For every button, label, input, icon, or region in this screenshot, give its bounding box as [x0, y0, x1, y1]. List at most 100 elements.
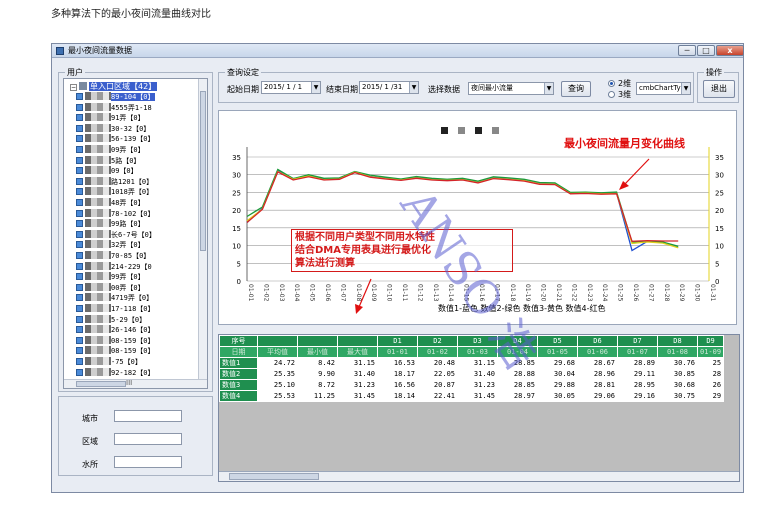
- table-cell[interactable]: 31.15: [337, 357, 378, 369]
- table-cell[interactable]: 31.45: [457, 390, 498, 402]
- table-cell[interactable]: 30.85: [657, 368, 698, 380]
- table-cell[interactable]: 29.06: [577, 390, 618, 402]
- tree-item[interactable]: 17-118【0】: [76, 304, 155, 313]
- grid-subheader-cell[interactable]: 最大值: [337, 346, 378, 358]
- city-field[interactable]: [114, 410, 182, 422]
- chevron-down-icon[interactable]: ▼: [311, 82, 320, 93]
- data-grid[interactable]: 序号 D1 D2 D3 D4 D5 D6 D7 D8 D9 日期 平均值 最小值 最大值 01-01 01-0…: [219, 335, 725, 402]
- table-cell[interactable]: 29.88: [537, 379, 578, 391]
- maximize-button[interactable]: □: [697, 45, 715, 56]
- water-office-field[interactable]: [114, 456, 182, 468]
- tree-root[interactable]: − 单入口区域【42】: [70, 81, 158, 92]
- grid-subheader-cell[interactable]: 平均值: [257, 346, 298, 358]
- table-cell[interactable]: 31.45: [337, 390, 378, 402]
- table-cell[interactable]: 28.97: [497, 390, 538, 402]
- data-type-select[interactable]: 夜间最小流量 ▼: [468, 82, 554, 95]
- table-cell[interactable]: 29.11: [617, 368, 658, 380]
- row-label[interactable]: 数值3: [219, 379, 258, 391]
- table-cell[interactable]: 31.23: [457, 379, 498, 391]
- grid-subheader-cell[interactable]: 01-08: [657, 346, 698, 358]
- grid-subheader-cell[interactable]: 日期: [219, 346, 258, 358]
- grid-header-cell[interactable]: D8: [657, 335, 698, 347]
- tree-item[interactable]: 99路【0】: [76, 219, 145, 228]
- table-cell[interactable]: 31.40: [457, 368, 498, 380]
- tree-item[interactable]: 5-29【0】: [76, 314, 146, 324]
- table-cell[interactable]: 25: [696, 357, 725, 369]
- table-cell[interactable]: 28.89: [617, 357, 658, 369]
- table-row[interactable]: 数值4 25.53 11.25 31.45 18.14 22.41 31.45 28.97 30…: [219, 390, 725, 402]
- tree-item[interactable]: 32弄【0】: [76, 240, 145, 249]
- table-cell[interactable]: 25.53: [257, 390, 298, 402]
- tree-item[interactable]: 70-85【0】: [76, 251, 150, 260]
- chart-type-select[interactable]: cmbChartTy ▼: [636, 82, 691, 95]
- tree-item[interactable]: 4555弄1-18: [76, 102, 152, 112]
- grid-subheader-cell[interactable]: 01-09: [696, 346, 725, 358]
- table-cell[interactable]: 28.95: [617, 379, 658, 391]
- radio-3d[interactable]: [608, 91, 615, 98]
- grid-header-cell[interactable]: [297, 335, 338, 347]
- grid-subheader-cell[interactable]: 01-01: [377, 346, 418, 358]
- table-cell[interactable]: 28.85: [497, 379, 538, 391]
- tree-item[interactable]: 78-102【0】: [76, 208, 155, 218]
- end-date-picker[interactable]: 2015/ 1 /31 ▼: [359, 81, 419, 94]
- table-cell[interactable]: 16.56: [377, 379, 418, 391]
- tree-item[interactable]: 路1201【0】: [76, 176, 153, 186]
- table-cell[interactable]: 28.96: [577, 368, 618, 380]
- grid-header-cell[interactable]: [337, 335, 378, 347]
- table-cell[interactable]: 29.16: [617, 390, 658, 402]
- row-label[interactable]: 数值1: [219, 357, 258, 369]
- table-cell[interactable]: 30.75: [657, 390, 698, 402]
- grid-subheader-cell[interactable]: 01-02: [417, 346, 458, 358]
- table-cell[interactable]: 30.05: [537, 390, 578, 402]
- table-cell[interactable]: 29: [696, 390, 725, 402]
- tree-item[interactable]: 91弄【0】: [76, 113, 145, 122]
- row-label[interactable]: 数值4: [219, 390, 258, 402]
- table-cell[interactable]: 9.90: [297, 368, 338, 380]
- table-cell[interactable]: 18.17: [377, 368, 418, 380]
- table-cell[interactable]: 31.40: [337, 368, 378, 380]
- tree-item[interactable]: 26-146【0】: [76, 325, 155, 334]
- grid-header-cell[interactable]: D6: [577, 335, 618, 347]
- tree-item[interactable]: 92-182【0】: [76, 367, 155, 377]
- table-cell[interactable]: 29.68: [537, 357, 578, 369]
- exit-button[interactable]: 退出: [703, 80, 735, 98]
- grid-header-cell[interactable]: [257, 335, 298, 347]
- tree-scroll-thumb[interactable]: [200, 91, 206, 251]
- table-cell[interactable]: 8.42: [297, 357, 338, 369]
- table-cell[interactable]: 31.23: [337, 379, 378, 391]
- table-cell[interactable]: 25.35: [257, 368, 298, 380]
- table-cell[interactable]: 20.48: [417, 357, 458, 369]
- table-cell[interactable]: 28.81: [577, 379, 618, 391]
- tree-item[interactable]: 1018弄【0】: [76, 187, 153, 196]
- table-cell[interactable]: 28: [696, 368, 725, 380]
- table-cell[interactable]: 24.72: [257, 357, 298, 369]
- grid-subheader-cell[interactable]: 01-07: [617, 346, 658, 358]
- table-cell[interactable]: 30.68: [657, 379, 698, 391]
- tree-hscroll-thumb[interactable]: [76, 381, 126, 387]
- grid-header-cell[interactable]: D7: [617, 335, 658, 347]
- tree-vertical-scrollbar[interactable]: [198, 79, 207, 388]
- table-cell[interactable]: 30.76: [657, 357, 698, 369]
- grid-header-cell[interactable]: D1: [377, 335, 418, 347]
- tree-item[interactable]: 5路【0】: [76, 155, 140, 165]
- tree-item[interactable]: 89-104【0】: [76, 92, 155, 101]
- tree-item[interactable]: 30-32【0】: [76, 123, 150, 133]
- table-cell[interactable]: 22.41: [417, 390, 458, 402]
- table-cell[interactable]: 30.04: [537, 368, 578, 380]
- user-tree[interactable]: − 单入口区域【42】 89-104【0】 4555弄1-18 91弄【0】 30-32…: [63, 78, 208, 389]
- table-cell[interactable]: 20.87: [417, 379, 458, 391]
- close-button[interactable]: x: [716, 45, 744, 56]
- grid-header-cell[interactable]: 序号: [219, 335, 258, 347]
- grid-header-cell[interactable]: D9: [696, 335, 725, 347]
- tree-item[interactable]: 56-139【0】: [76, 134, 155, 143]
- table-cell[interactable]: 11.25: [297, 390, 338, 402]
- table-cell[interactable]: 28.67: [577, 357, 618, 369]
- grid-subheader-cell[interactable]: 01-06: [577, 346, 618, 358]
- table-cell[interactable]: 18.14: [377, 390, 418, 402]
- table-row[interactable]: 数值3 25.10 8.72 31.23 16.56 20.87 31.23 28.85 29.…: [219, 379, 725, 391]
- grid-subheader-cell[interactable]: 最小值: [297, 346, 338, 358]
- table-cell[interactable]: 16.53: [377, 357, 418, 369]
- tree-item[interactable]: 48弄【0】: [76, 198, 145, 207]
- grid-scroll-thumb[interactable]: [229, 473, 319, 480]
- row-label[interactable]: 数值2: [219, 368, 258, 380]
